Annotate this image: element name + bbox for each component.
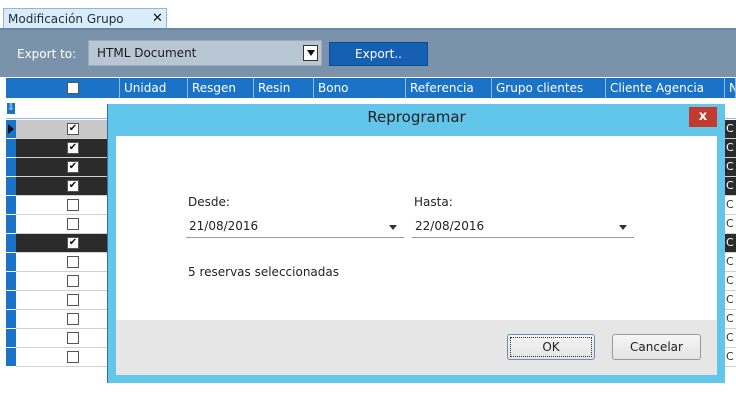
tab-title: Modificación Grupo	[8, 12, 124, 26]
row-checkbox-cell	[16, 329, 120, 348]
selected-reservations-info: 5 reservas seleccionadas	[188, 265, 339, 279]
row-indicator[interactable]	[6, 234, 16, 253]
row-checkbox-cell	[16, 310, 120, 329]
hasta-label: Hasta:	[414, 195, 453, 209]
row-checkbox[interactable]	[67, 351, 79, 363]
row-last-column-cell: C	[725, 139, 736, 158]
export-to-label: Export to:	[17, 47, 77, 61]
row-last-column-cell: C	[725, 329, 736, 348]
cancel-button[interactable]: Cancelar	[612, 334, 701, 360]
hasta-date-value: 22/08/2016	[415, 219, 485, 233]
row-indicator[interactable]	[6, 139, 16, 158]
column-header-unidad[interactable]: Unidad	[120, 78, 188, 98]
column-header-bono[interactable]: Bono	[314, 78, 406, 98]
row-checkbox[interactable]: ✔	[67, 180, 79, 192]
column-header-resgen[interactable]: Resgen	[188, 78, 254, 98]
ok-button[interactable]: OK	[507, 334, 595, 360]
row-checkbox[interactable]	[67, 313, 79, 325]
chevron-down-icon[interactable]	[389, 225, 397, 230]
row-checkbox-cell	[16, 196, 120, 215]
hasta-date-picker[interactable]: 22/08/2016	[412, 216, 634, 238]
row-indicator[interactable]	[6, 329, 16, 348]
row-checkbox-cell: ✔	[16, 139, 120, 158]
row-indicator[interactable]	[6, 348, 16, 367]
row-indicator[interactable]	[6, 272, 16, 291]
row-checkbox-cell	[16, 215, 120, 234]
dialog-title: Reprogramar	[367, 108, 466, 126]
export-toolbar: Export to: HTML Document Export..	[0, 28, 736, 77]
current-row-arrow-icon	[8, 124, 14, 134]
row-checkbox[interactable]: ✔	[67, 123, 79, 135]
column-header-n[interactable]: N	[725, 78, 736, 98]
chevron-down-icon[interactable]	[619, 225, 627, 230]
row-checkbox[interactable]: ✔	[67, 237, 79, 249]
row-indicator[interactable]	[6, 310, 16, 329]
row-checkbox[interactable]	[67, 199, 79, 211]
row-indicator[interactable]	[6, 253, 16, 272]
row-checkbox[interactable]: ✔	[67, 161, 79, 173]
row-checkbox-cell	[16, 272, 120, 291]
row-indicator[interactable]	[6, 158, 16, 177]
export-format-select[interactable]: HTML Document	[88, 40, 322, 66]
row-checkbox[interactable]	[67, 256, 79, 268]
row-checkbox-cell	[16, 291, 120, 310]
row-checkbox[interactable]	[67, 332, 79, 344]
row-checkbox-cell: ✔	[16, 234, 120, 253]
row-checkbox-cell	[16, 253, 120, 272]
export-button[interactable]: Export..	[329, 42, 428, 66]
tab-modificacion-grupo[interactable]: Modificación Grupo ✕	[3, 8, 167, 29]
row-last-column-cell: C	[725, 348, 736, 367]
row-checkbox-cell	[16, 348, 120, 367]
row-last-column-cell: C	[725, 234, 736, 253]
grid-header: Unidad Resgen Resin Bono Referencia Grup…	[6, 78, 736, 98]
column-header-resin[interactable]: Resin	[254, 78, 314, 98]
row-indicator[interactable]	[6, 291, 16, 310]
column-header-grupo-clientes[interactable]: Grupo clientes	[492, 78, 606, 98]
row-checkbox-cell: ✔	[16, 177, 120, 196]
filter-icon[interactable]: ⇩	[7, 103, 15, 114]
desde-date-picker[interactable]: 21/08/2016	[186, 216, 404, 238]
column-header-referencia[interactable]: Referencia	[406, 78, 492, 98]
row-last-column-cell: C	[725, 310, 736, 329]
desde-label: Desde:	[188, 195, 230, 209]
row-last-column-cell: C	[725, 120, 736, 139]
row-checkbox[interactable]	[67, 294, 79, 306]
row-indicator[interactable]	[6, 120, 16, 139]
row-last-column-cell: C	[725, 158, 736, 177]
row-last-column-cell: C	[725, 272, 736, 291]
row-last-column-cell: C	[725, 177, 736, 196]
column-header-cliente-agencia[interactable]: Cliente Agencia	[606, 78, 725, 98]
row-checkbox-cell: ✔	[16, 158, 120, 177]
row-checkbox[interactable]	[67, 218, 79, 230]
export-format-value: HTML Document	[97, 46, 197, 60]
tab-strip: Modificación Grupo ✕	[0, 0, 736, 29]
select-all-checkbox[interactable]	[67, 82, 79, 94]
close-icon[interactable]: x	[689, 107, 717, 127]
row-last-column-cell: C	[725, 196, 736, 215]
header-select-all-cell	[6, 78, 120, 98]
row-last-column-cell: C	[725, 291, 736, 310]
row-checkbox[interactable]: ✔	[67, 142, 79, 154]
row-last-column-cell: C	[725, 215, 736, 234]
row-indicator[interactable]	[6, 196, 16, 215]
close-icon[interactable]: ✕	[152, 11, 163, 26]
row-checkbox-cell: ✔	[16, 120, 120, 139]
row-last-column-cell: C	[725, 253, 736, 272]
row-checkbox[interactable]	[67, 275, 79, 287]
row-indicator[interactable]	[6, 215, 16, 234]
row-indicator[interactable]	[6, 177, 16, 196]
chevron-down-icon[interactable]	[303, 45, 318, 61]
desde-date-value: 21/08/2016	[189, 219, 259, 233]
